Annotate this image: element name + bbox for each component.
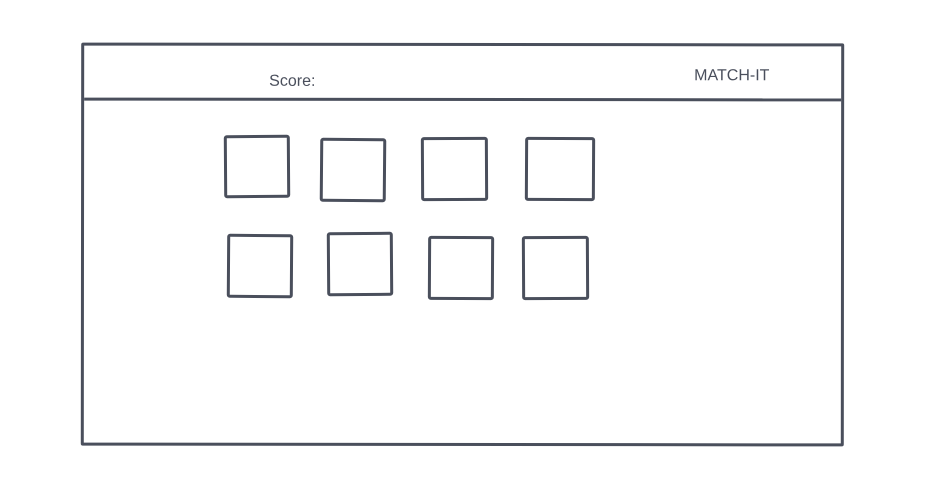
card-8[interactable] bbox=[521, 235, 590, 301]
score-label: Score: bbox=[269, 72, 316, 90]
card-3[interactable] bbox=[420, 136, 489, 202]
card-5[interactable] bbox=[226, 233, 294, 299]
game-header: Score: MATCH-IT bbox=[84, 45, 842, 102]
game-title: MATCH-IT bbox=[694, 67, 770, 85]
card-4[interactable] bbox=[524, 136, 596, 202]
card-1[interactable] bbox=[223, 134, 291, 199]
card-7[interactable] bbox=[427, 235, 495, 301]
card-2[interactable] bbox=[319, 137, 387, 203]
card-6[interactable] bbox=[326, 231, 394, 297]
